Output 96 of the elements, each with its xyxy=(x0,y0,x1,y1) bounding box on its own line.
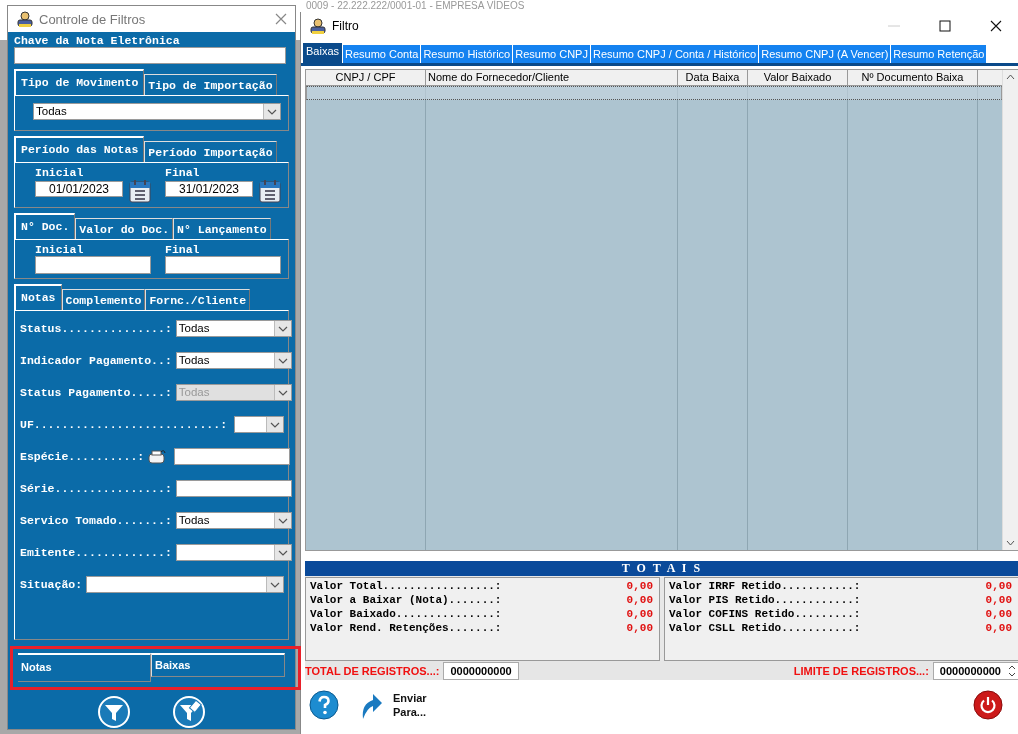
tab[interactable]: Resumo Retenção xyxy=(891,45,987,63)
funnel-eraser-icon xyxy=(173,696,205,728)
dropdown[interactable]: Todas xyxy=(175,352,292,369)
printer-icon xyxy=(148,448,167,465)
field-label: Servico Tomado.......: xyxy=(20,514,172,527)
table-row[interactable] xyxy=(306,86,1002,100)
help-icon xyxy=(309,690,339,720)
total-value: 0,00 xyxy=(985,593,1013,607)
tab[interactable]: Fornc./Cliente xyxy=(145,289,251,310)
spin-arrows-icon xyxy=(1007,663,1017,678)
total-label: Valor CSLL Retido...........: xyxy=(669,621,862,635)
total-value: 0,00 xyxy=(985,607,1013,621)
window-title: Controle de Filtros xyxy=(39,11,146,27)
field-label: Situação: xyxy=(20,578,83,591)
filter-button[interactable] xyxy=(98,696,130,728)
tab[interactable]: Resumo Histórico xyxy=(421,45,513,63)
dropdown[interactable]: Todas xyxy=(33,103,281,120)
tab[interactable]: Complemento xyxy=(61,289,146,310)
field-label: TOTAL DE REGISTROS...: xyxy=(305,664,440,677)
total-value: 0,00 xyxy=(626,607,654,621)
funnel-icon xyxy=(98,696,130,728)
field-label: Inicial xyxy=(35,166,85,179)
tab[interactable]: Resumo CNPJ / Conta / Histórico xyxy=(590,45,759,63)
tab[interactable]: Baixas xyxy=(151,653,285,677)
tab[interactable]: Notas xyxy=(14,284,62,310)
tab[interactable]: Resumo CNPJ xyxy=(513,45,590,63)
count-field: 0000000000 xyxy=(443,661,519,680)
total-label: Valor Total.................: xyxy=(310,579,503,593)
power-icon xyxy=(973,690,1003,720)
column-header[interactable]: Valor Baixado xyxy=(748,70,848,85)
total-value: 0,00 xyxy=(626,621,654,635)
dropdown[interactable] xyxy=(86,576,284,593)
field-label: UF...........................: xyxy=(20,418,228,431)
dropdown[interactable]: Todas xyxy=(175,320,292,337)
field-label: Status...............: xyxy=(20,322,172,335)
total-label: Valor IRRF Retido...........: xyxy=(669,579,862,593)
power-button[interactable] xyxy=(973,690,1003,720)
dropdown[interactable] xyxy=(175,544,292,561)
input-field[interactable] xyxy=(35,256,151,274)
field-label: Indicador Pagamento..: xyxy=(20,354,172,367)
input-field[interactable] xyxy=(165,256,281,274)
field-label: Inicial xyxy=(35,243,85,256)
input-field[interactable] xyxy=(175,480,292,497)
tab[interactable]: Resumo Conta xyxy=(343,45,421,63)
field-label: Chave da Nota Eletrônica xyxy=(14,34,181,47)
clear-filter-button[interactable] xyxy=(173,696,205,728)
column-header[interactable]: CNPJ / CPF xyxy=(306,70,426,85)
field-label: Emitente.............: xyxy=(20,546,172,559)
close-icon xyxy=(990,20,1002,32)
tab[interactable]: Período Importação xyxy=(144,141,277,162)
input-field[interactable] xyxy=(174,448,291,465)
date-field[interactable]: 31/01/2023 xyxy=(165,181,253,197)
tab[interactable]: Período das Notas xyxy=(14,136,145,162)
window-title: Filtro xyxy=(332,19,359,33)
total-label: Valor COFINS Retido.........: xyxy=(669,607,862,621)
dropdown[interactable]: Todas xyxy=(175,512,292,529)
field-label: Final xyxy=(165,243,201,256)
field-label: Espécie..........: xyxy=(20,450,145,463)
total-value: 0,00 xyxy=(626,579,654,593)
tab[interactable]: Resumo CNPJ (A Vencer) xyxy=(759,45,891,63)
tab[interactable]: Notas xyxy=(18,653,151,682)
field-label: Final xyxy=(165,166,201,179)
field-label: Série................: xyxy=(20,482,172,495)
scrollbar[interactable] xyxy=(1002,70,1018,550)
total-value: 0,00 xyxy=(985,621,1013,635)
date-field[interactable]: 01/01/2023 xyxy=(35,181,123,197)
section-header: T O T A I S xyxy=(305,561,1018,576)
help-button[interactable] xyxy=(309,690,339,720)
tab[interactable]: Valor do Doc. xyxy=(75,218,174,239)
total-value: 0,00 xyxy=(985,579,1013,593)
tab[interactable]: Tipo de Movimento xyxy=(14,69,145,95)
column-header[interactable]: Nº Documento Baixa xyxy=(848,70,978,85)
tab[interactable]: N° Doc. xyxy=(14,213,76,239)
total-label: Valor PIS Retido............: xyxy=(669,593,862,607)
window-title: 0009 - 22.222.222/0001-01 - EMPRESA VÍDEOS xyxy=(306,0,525,11)
field-label: LIMITE DE REGISTROS...: xyxy=(793,664,929,677)
input-field[interactable] xyxy=(14,47,286,64)
calendar-icon xyxy=(129,179,151,203)
tab[interactable]: N° Lançamento xyxy=(173,218,271,239)
column-header[interactable]: Nome do Fornecedor/Cliente xyxy=(426,70,678,85)
column-header[interactable]: Data Baixa xyxy=(678,70,748,85)
total-label: Valor a Baixar (Nota).......: xyxy=(310,593,503,607)
field-label: Status Pagamento.....: xyxy=(20,386,172,399)
calendar-icon xyxy=(259,179,281,203)
send-button[interactable]: Enviar Para... xyxy=(359,690,433,720)
close-icon xyxy=(275,13,287,25)
spin-field[interactable]: 0000000000 xyxy=(932,661,1018,680)
total-label: Valor Rend. Retenções.......: xyxy=(310,621,503,635)
total-label: Valor Baixado...............: xyxy=(310,607,503,621)
tab[interactable]: Baixas xyxy=(303,43,343,63)
person-icon xyxy=(16,11,34,27)
maximize-icon xyxy=(939,20,951,32)
person-icon xyxy=(309,18,327,34)
tab[interactable]: Tipo de Importação xyxy=(144,74,277,95)
dropdown[interactable] xyxy=(234,416,284,433)
total-value: 0,00 xyxy=(626,593,654,607)
